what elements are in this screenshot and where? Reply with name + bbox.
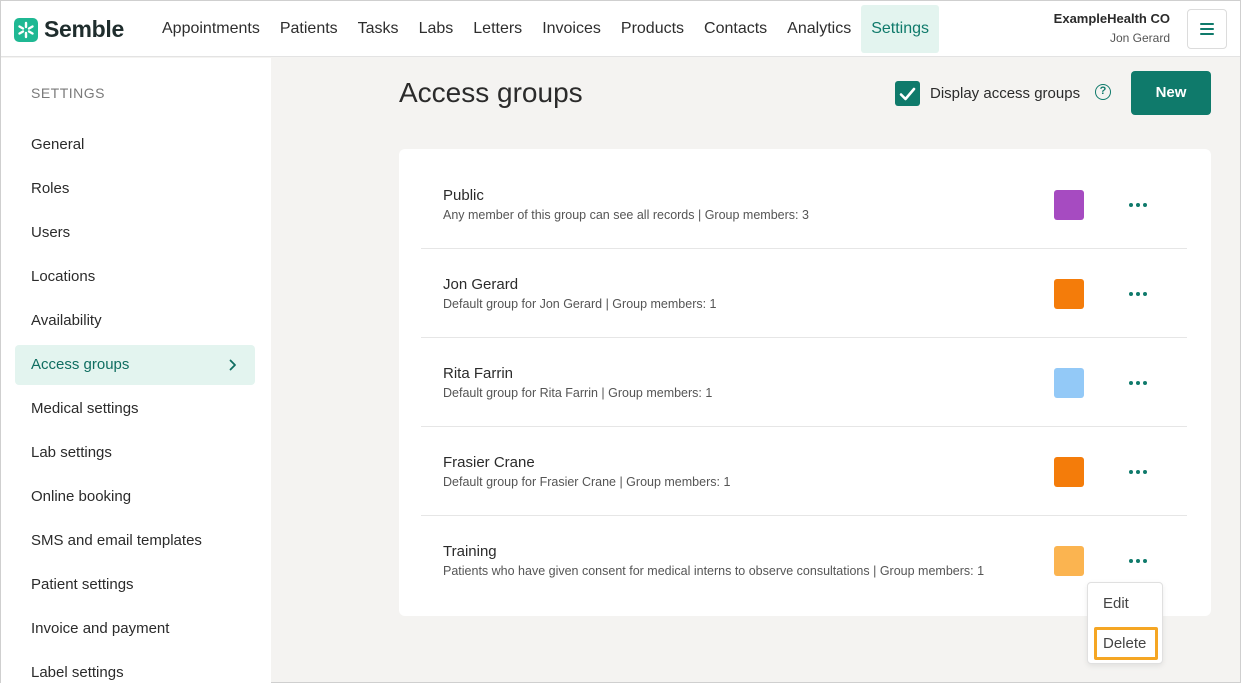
sidebar-item-label-settings[interactable]: Label settings: [15, 653, 255, 683]
display-access-groups-label: Display access groups: [930, 85, 1081, 102]
hamburger-menu-button[interactable]: [1187, 9, 1227, 49]
hamburger-icon: [1200, 23, 1214, 35]
access-group-row-training: Training Patients who have given consent…: [421, 516, 1187, 605]
sidebar-item-roles[interactable]: Roles: [15, 169, 255, 209]
group-description: Default group for Frasier Crane | Group …: [443, 475, 731, 489]
group-name: Frasier Crane: [443, 454, 535, 471]
sidebar-item-medical-settings[interactable]: Medical settings: [15, 389, 255, 429]
checkmark-icon: [899, 87, 916, 100]
sidebar-heading: SETTINGS: [31, 85, 106, 101]
semble-logo-icon: [14, 17, 38, 42]
access-group-row-jon-gerard: Jon Gerard Default group for Jon Gerard …: [421, 249, 1187, 338]
sidebar-list: General Roles Users Locations Availabili…: [15, 125, 255, 683]
sidebar-item-invoice-payment[interactable]: Invoice and payment: [15, 609, 255, 649]
new-access-group-button[interactable]: New: [1131, 71, 1211, 115]
nav-labs[interactable]: Labs: [409, 5, 464, 53]
more-options-icon[interactable]: [1126, 284, 1150, 304]
delete-menu-item[interactable]: Delete: [1094, 627, 1158, 660]
sidebar-item-general[interactable]: General: [15, 125, 255, 165]
group-name: Rita Farrin: [443, 365, 514, 382]
group-color-swatch: [1054, 546, 1084, 576]
nav-settings[interactable]: Settings: [861, 5, 940, 53]
nav-tasks[interactable]: Tasks: [348, 5, 409, 53]
group-name: Jon Gerard: [443, 276, 519, 293]
group-description: Default group for Jon Gerard | Group mem…: [443, 297, 717, 311]
group-color-swatch: [1054, 190, 1084, 220]
more-options-icon[interactable]: [1126, 373, 1150, 393]
sidebar-item-sms-email-templates[interactable]: SMS and email templates: [15, 521, 255, 561]
access-groups-list: Public Any member of this group can see …: [399, 149, 1211, 616]
more-options-icon[interactable]: [1126, 462, 1150, 482]
semble-logo[interactable]: Semble: [14, 16, 124, 43]
edit-menu-item[interactable]: Edit: [1094, 588, 1158, 621]
nav-analytics[interactable]: Analytics: [777, 5, 861, 53]
row-options-menu: Edit Delete: [1087, 582, 1163, 664]
group-color-swatch: [1054, 279, 1084, 309]
sidebar-item-availability[interactable]: Availability: [15, 301, 255, 341]
display-access-groups-toggle[interactable]: Display access groups: [895, 81, 1080, 106]
sidebar-item-users[interactable]: Users: [15, 213, 255, 253]
group-description: Patients who have given consent for medi…: [443, 564, 985, 578]
access-group-row-public: Public Any member of this group can see …: [421, 160, 1187, 249]
access-group-row-frasier-crane: Frasier Crane Default group for Frasier …: [421, 427, 1187, 516]
main-nav: Appointments Patients Tasks Labs Letters…: [152, 5, 940, 53]
display-access-groups-checkbox[interactable]: [895, 81, 920, 106]
account-info[interactable]: ExampleHealth CO Jon Gerard: [1054, 11, 1170, 45]
group-description: Any member of this group can see all rec…: [443, 208, 809, 222]
nav-products[interactable]: Products: [611, 5, 694, 53]
brand-name: Semble: [44, 16, 125, 42]
sidebar-item-label: Access groups: [31, 356, 130, 373]
nav-contacts[interactable]: Contacts: [694, 5, 777, 53]
page-title: Access groups: [399, 77, 583, 108]
nav-patients[interactable]: Patients: [270, 5, 348, 53]
group-color-swatch: [1054, 457, 1084, 487]
sidebar-item-online-booking[interactable]: Online booking: [15, 477, 255, 517]
nav-invoices[interactable]: Invoices: [532, 5, 611, 53]
group-color-swatch: [1054, 368, 1084, 398]
nav-appointments[interactable]: Appointments: [152, 5, 270, 53]
account-org-name: ExampleHealth CO: [1053, 11, 1170, 26]
chevron-right-icon: [229, 359, 236, 371]
more-options-icon[interactable]: [1126, 551, 1150, 571]
settings-sidebar: SETTINGS General Roles Users Locations A…: [1, 58, 271, 683]
more-options-icon[interactable]: [1126, 195, 1150, 215]
group-name: Public: [443, 187, 484, 204]
nav-letters[interactable]: Letters: [463, 5, 532, 53]
access-group-row-rita-farrin: Rita Farrin Default group for Rita Farri…: [421, 338, 1187, 427]
group-name: Training: [443, 543, 497, 560]
sidebar-item-locations[interactable]: Locations: [15, 257, 255, 297]
sidebar-item-access-groups[interactable]: Access groups: [15, 345, 255, 385]
top-navigation-bar: Semble Appointments Patients Tasks Labs …: [1, 1, 1240, 57]
help-icon[interactable]: ?: [1095, 84, 1111, 100]
sidebar-item-lab-settings[interactable]: Lab settings: [15, 433, 255, 473]
group-description: Default group for Rita Farrin | Group me…: [443, 386, 713, 400]
account-user-name: Jon Gerard: [1109, 31, 1170, 45]
sidebar-item-patient-settings[interactable]: Patient settings: [15, 565, 255, 605]
